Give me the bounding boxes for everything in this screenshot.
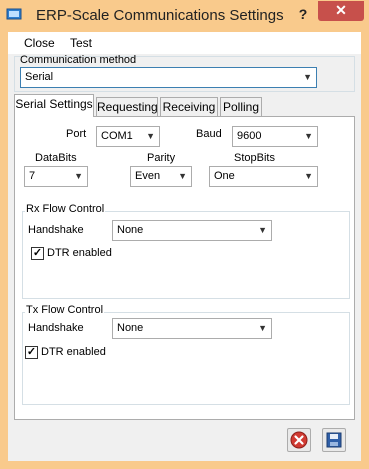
stopbits-label: StopBits — [234, 152, 275, 164]
databits-select[interactable]: 7 ▼ — [24, 166, 88, 187]
rx-handshake-label: Handshake — [28, 224, 84, 236]
tx-dtr-checkbox[interactable]: ✓ — [25, 346, 38, 359]
tx-flow-control-title: Tx Flow Control — [25, 304, 105, 316]
cancel-icon — [290, 431, 308, 449]
stopbits-value: One — [214, 170, 235, 182]
chevron-down-icon: ▼ — [74, 171, 83, 181]
chevron-down-icon: ▼ — [304, 171, 313, 181]
menu-bar: Close Test — [8, 32, 361, 54]
dialog-client-area: Close Test Communication method Serial ▼… — [8, 32, 361, 461]
rx-flow-control-title: Rx Flow Control — [25, 203, 106, 215]
help-button[interactable]: ? — [292, 4, 314, 24]
communication-method-select[interactable]: Serial ▼ — [20, 67, 317, 88]
title-bar[interactable]: ERP-Scale Communications Settings ? ✕ — [0, 0, 369, 32]
serial-settings-panel: Port COM1 ▼ Baud 9600 ▼ DataBits 7 ▼ Par… — [14, 116, 355, 420]
port-select[interactable]: COM1 ▼ — [96, 126, 160, 147]
app-window: ERP-Scale Communications Settings ? ✕ Cl… — [0, 0, 369, 469]
parity-value: Even — [135, 170, 161, 182]
rx-handshake-value: None — [117, 224, 144, 236]
tx-handshake-value: None — [117, 322, 144, 334]
cancel-button[interactable] — [287, 428, 311, 452]
baud-select[interactable]: 9600 ▼ — [232, 126, 318, 147]
chevron-down-icon: ▼ — [258, 323, 267, 333]
chevron-down-icon: ▼ — [146, 131, 155, 141]
tx-dtr-label: DTR enabled — [41, 346, 106, 358]
app-icon — [6, 8, 22, 20]
tab-requesting[interactable]: Requesting — [96, 97, 158, 117]
databits-label: DataBits — [35, 152, 77, 164]
chevron-down-icon: ▼ — [303, 72, 312, 82]
rx-handshake-select[interactable]: None ▼ — [112, 220, 272, 241]
rx-dtr-label: DTR enabled — [47, 247, 112, 259]
tx-handshake-select[interactable]: None ▼ — [112, 318, 272, 339]
tab-polling[interactable]: Polling — [220, 97, 262, 117]
chevron-down-icon: ▼ — [304, 131, 313, 141]
port-label: Port — [66, 128, 87, 140]
communication-method-label: Communication method — [20, 54, 137, 66]
parity-select[interactable]: Even ▼ — [130, 166, 192, 187]
databits-value: 7 — [29, 170, 36, 182]
menu-test[interactable]: Test — [70, 36, 92, 50]
tab-serial-settings[interactable]: Serial Settings — [14, 94, 94, 117]
parity-label: Parity — [147, 152, 176, 164]
rx-dtr-checkbox[interactable]: ✓ — [31, 247, 44, 260]
window-title: ERP-Scale Communications Settings — [36, 7, 284, 24]
save-button[interactable] — [322, 428, 346, 452]
window-close-button[interactable]: ✕ — [318, 1, 364, 21]
chevron-down-icon: ▼ — [178, 171, 187, 181]
communication-method-value: Serial — [25, 71, 54, 83]
save-icon — [326, 432, 342, 448]
baud-label: Baud — [196, 128, 222, 140]
chevron-down-icon: ▼ — [258, 225, 267, 235]
tx-handshake-label: Handshake — [28, 322, 84, 334]
stopbits-select[interactable]: One ▼ — [209, 166, 318, 187]
menu-close[interactable]: Close — [24, 36, 55, 50]
tab-receiving[interactable]: Receiving — [160, 97, 218, 117]
port-value: COM1 — [101, 130, 133, 142]
baud-value: 9600 — [237, 130, 262, 142]
